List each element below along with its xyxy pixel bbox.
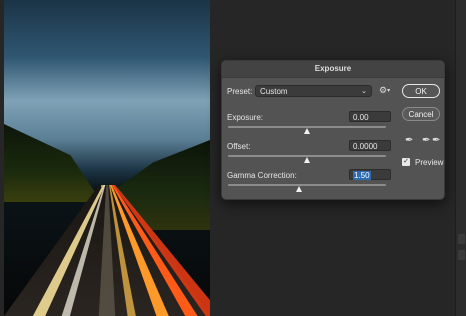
preset-value: Custom — [260, 87, 288, 96]
gamma-input[interactable]: 1.50 — [349, 169, 391, 180]
preset-options-button[interactable]: ⚙▾ — [379, 85, 390, 96]
panel-scroll-segment[interactable] — [458, 234, 465, 244]
ok-button[interactable]: OK — [402, 84, 440, 98]
offset-slider-thumb[interactable] — [303, 157, 310, 163]
exposure-input[interactable]: 0.00 — [349, 111, 391, 122]
gamma-slider-track[interactable] — [228, 184, 386, 186]
gamma-value: 1.50 — [353, 171, 371, 180]
gear-icon: ⚙ — [379, 85, 388, 95]
preset-select[interactable]: Custom ⌄ — [255, 85, 372, 97]
cancel-button[interactable]: Cancel — [402, 107, 440, 121]
black-point-eyedropper-icon[interactable]: ✒ — [405, 135, 413, 146]
tree-line-left — [4, 124, 99, 202]
canvas-photo — [4, 0, 210, 316]
exposure-dialog: Exposure Preset: Custom ⌄ ⚙▾ Exposure: 0… — [221, 60, 445, 200]
panel-scroll-segment[interactable] — [458, 250, 465, 260]
dialog-title[interactable]: Exposure — [222, 61, 444, 78]
chevron-down-icon: ⌄ — [361, 88, 367, 95]
exposure-slider-thumb[interactable] — [303, 128, 310, 134]
offset-input[interactable]: 0.0000 — [349, 140, 391, 151]
preset-label: Preset: — [227, 87, 253, 96]
offset-label: Offset: — [227, 142, 251, 151]
gray-point-eyedropper-icon[interactable]: ✒ — [422, 135, 430, 146]
preview-label[interactable]: Preview — [415, 158, 443, 167]
exposure-label: Exposure: — [227, 113, 264, 122]
gamma-label: Gamma Correction: — [227, 171, 297, 180]
preview-checkbox[interactable]: ✓ — [402, 158, 410, 166]
right-panel-edge — [455, 0, 466, 316]
caret-down-icon: ▾ — [387, 88, 391, 95]
gamma-slider-thumb[interactable] — [295, 186, 302, 192]
white-point-eyedropper-icon[interactable]: ✒ — [432, 135, 440, 146]
